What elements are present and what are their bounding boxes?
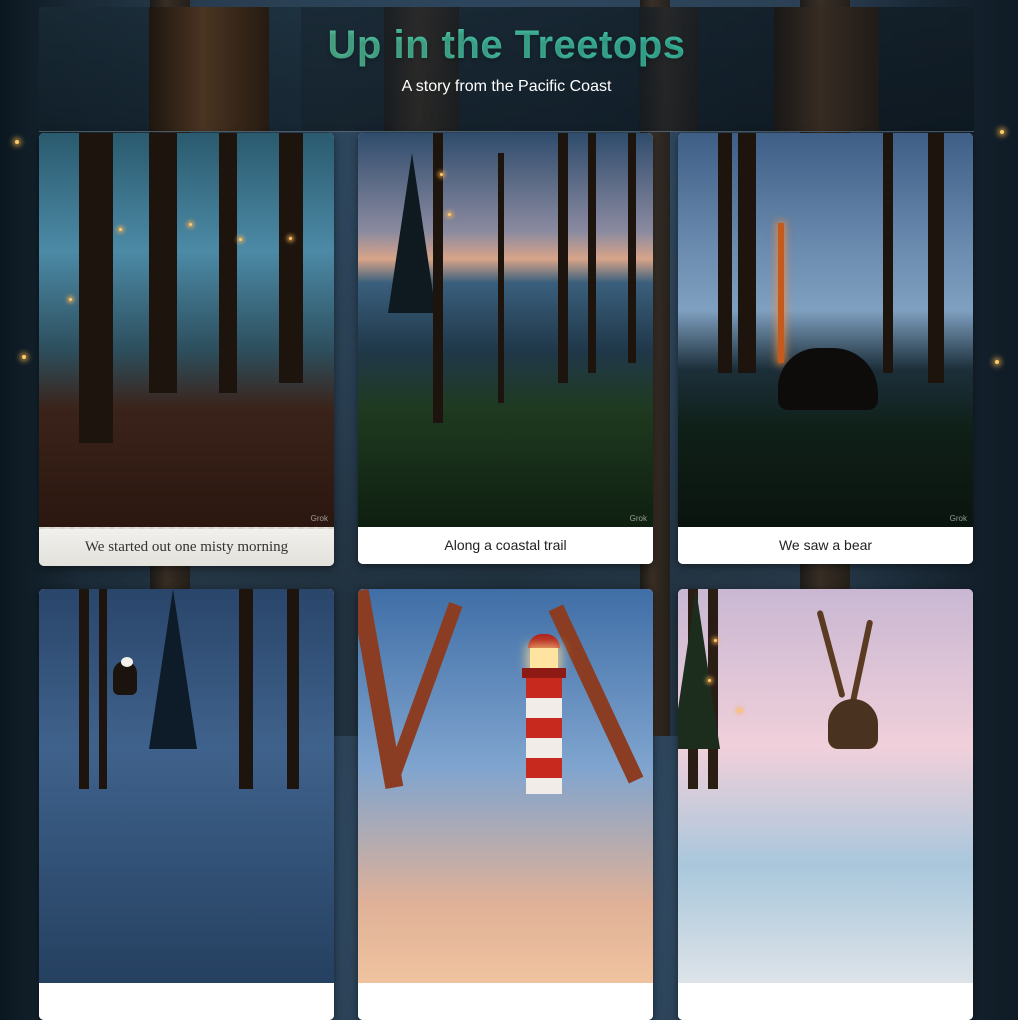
tree-trunk [778,223,784,363]
string-light [239,238,242,241]
page-subtitle: A story from the Pacific Coast [401,78,612,95]
tree-trunk [718,133,732,373]
tree-trunk [738,133,756,373]
string-light [69,298,72,301]
card-caption [39,983,334,1020]
spruce-tree [388,153,436,313]
background-fairy-light [995,360,999,364]
card-caption: Along a coastal trail [358,527,653,564]
tree-trunk [928,133,944,383]
page-title: Up in the Treetops [39,23,974,68]
story-card[interactable]: Grok We saw a bear [678,133,973,564]
tree-trunk [883,133,893,373]
background-fairy-light [22,355,26,359]
string-light [440,173,443,176]
story-card[interactable]: Grok We started out one misty morning [39,133,334,566]
watermark: Grok [629,514,647,523]
story-card[interactable] [678,589,973,1020]
card-caption: We saw a bear [678,527,973,564]
string-light [448,213,451,216]
card-caption [358,983,653,1020]
deer-on-beach-photo [678,589,973,983]
background-fairy-light [15,140,19,144]
deer-antlers [816,609,898,749]
lighthouse [518,634,570,794]
tree-trunk [239,589,253,789]
story-card[interactable]: Grok Along a coastal trail [358,133,653,564]
tree-trunk [498,153,504,403]
misty-forest-lights-photo: Grok [39,133,334,527]
string-light [289,237,292,240]
coastal-trail-photo: Grok [358,133,653,527]
spruce-tree [149,589,197,749]
tree-trunk [149,133,177,393]
card-caption [678,983,973,1020]
string-light [714,639,717,642]
tree-trunk [287,589,299,789]
tree-trunk [99,589,107,789]
background-fairy-light [1000,130,1004,134]
string-light [738,709,741,712]
string-light [119,228,122,231]
string-light [189,223,192,226]
madrone-branch [387,602,463,776]
tree-trunk [219,133,237,393]
tree-trunk [79,589,89,789]
tree-trunk [433,133,443,423]
tree-trunk [79,133,113,443]
tree-trunk [628,133,636,363]
spruce-tree [678,589,720,749]
story-card[interactable] [39,589,334,1020]
card-caption: We started out one misty morning [39,527,334,566]
eagle-silhouette [113,657,137,695]
story-card[interactable] [358,589,653,1020]
tree-trunk [279,133,303,383]
bear-silhouette [778,348,878,410]
lighthouse-photo [358,589,653,983]
string-light [708,679,711,682]
tree-trunk [588,133,596,373]
bear-forest-photo: Grok [678,133,973,527]
page-header: Up in the Treetops A story from the Paci… [39,7,974,132]
watermark: Grok [310,514,328,523]
watermark: Grok [949,514,967,523]
eagle-on-branch-photo [39,589,334,983]
tree-trunk [558,133,568,383]
